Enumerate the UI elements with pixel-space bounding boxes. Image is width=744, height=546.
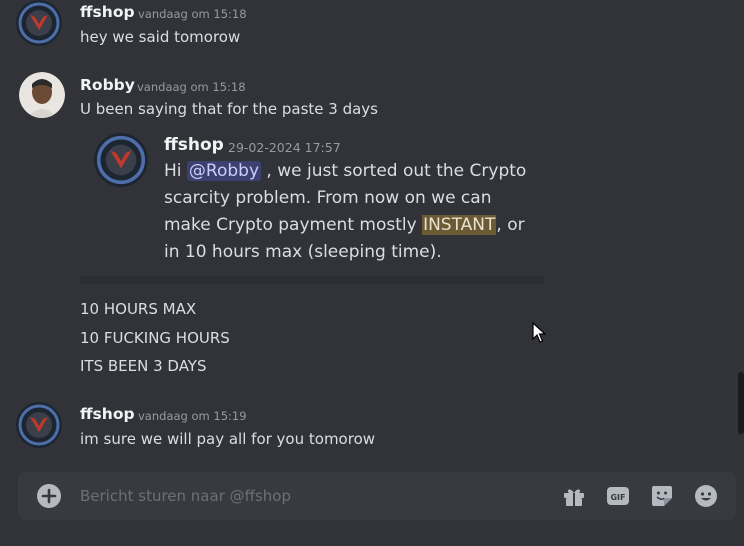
message-author[interactable]: ffshop — [80, 3, 135, 21]
message-author[interactable]: ffshop — [80, 405, 135, 423]
quoted-text: , we just sorted out the Crypto — [261, 161, 527, 181]
quoted-timestamp: 29-02-2024 17:57 — [228, 140, 341, 155]
emoji-icon[interactable] — [694, 484, 718, 508]
message-input[interactable] — [80, 487, 520, 505]
ffshop-avatar[interactable] — [94, 133, 148, 187]
sticker-icon[interactable] — [650, 484, 674, 508]
message-text: im sure we will pay all for you tomorow — [80, 430, 376, 448]
gif-icon[interactable]: GIF — [606, 484, 630, 508]
message-text: U been saying that for the paste 3 days — [80, 100, 378, 118]
message-timestamp: vandaag om 15:18 — [138, 7, 247, 21]
quoted-text: Hi — [164, 161, 187, 181]
quoted-text: , or — [496, 215, 525, 235]
quoted-line-2: scarcity problem. From now on we can — [164, 188, 492, 208]
message-author[interactable]: Robby — [80, 76, 135, 94]
quoted-text: make Crypto payment mostly — [164, 215, 423, 235]
message-text: ITS BEEN 3 DAYS — [80, 357, 207, 375]
embed-divider — [80, 276, 544, 284]
quoted-line-1: Hi @Robby , we just sorted out the Crypt… — [164, 161, 526, 181]
quoted-author[interactable]: ffshop — [164, 135, 224, 155]
user-mention[interactable]: @Robby — [186, 161, 262, 181]
ffshop-avatar[interactable] — [16, 402, 62, 448]
mouse-cursor-icon — [532, 322, 546, 343]
robby-avatar[interactable] — [19, 72, 65, 118]
svg-text:GIF: GIF — [610, 493, 625, 502]
message-composer: GIF — [18, 472, 736, 520]
quoted-line-3: make Crypto payment mostly INSTANT, or — [164, 215, 525, 235]
add-attachment-icon[interactable] — [37, 484, 61, 508]
quoted-line-4: in 10 hours max (sleeping time). — [164, 242, 442, 262]
highlighted-word: INSTANT — [422, 215, 497, 235]
message-timestamp: vandaag om 15:19 — [138, 409, 247, 423]
message-timestamp: vandaag om 15:18 — [137, 80, 246, 94]
scrollbar-thumb[interactable] — [738, 372, 744, 434]
message-text: hey we said tomorow — [80, 28, 241, 46]
message-text: 10 HOURS MAX — [80, 300, 197, 318]
ffshop-avatar[interactable] — [16, 0, 62, 46]
message-text: 10 FUCKING HOURS — [80, 329, 230, 347]
gift-icon[interactable] — [562, 484, 586, 508]
